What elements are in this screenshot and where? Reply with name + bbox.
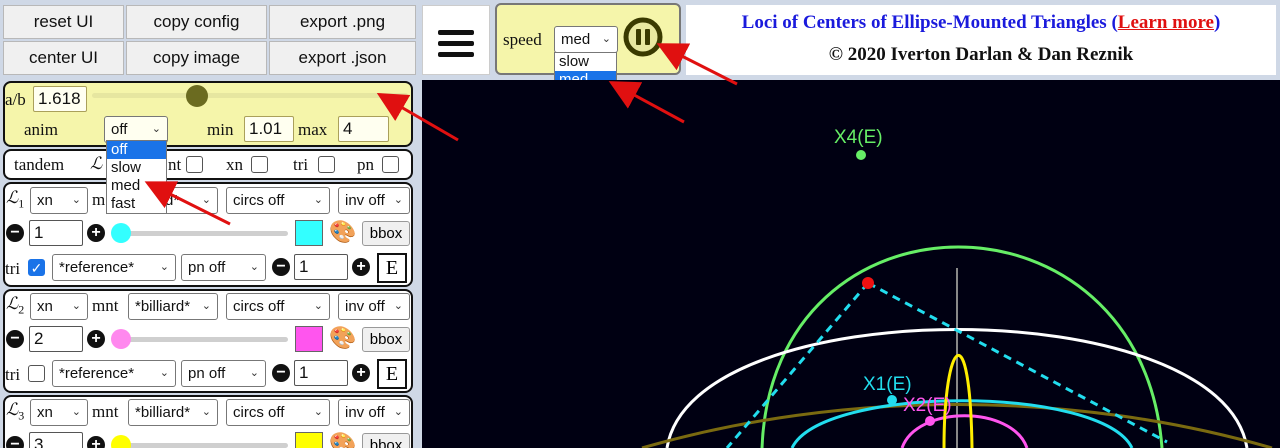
- arrow-to-pause: [656, 43, 738, 86]
- arrow-to-speed-med: [608, 81, 685, 124]
- arrow-to-ab-slider: [376, 92, 459, 142]
- arrow-to-anim-med: [144, 181, 231, 226]
- annotation-arrows: [144, 43, 738, 226]
